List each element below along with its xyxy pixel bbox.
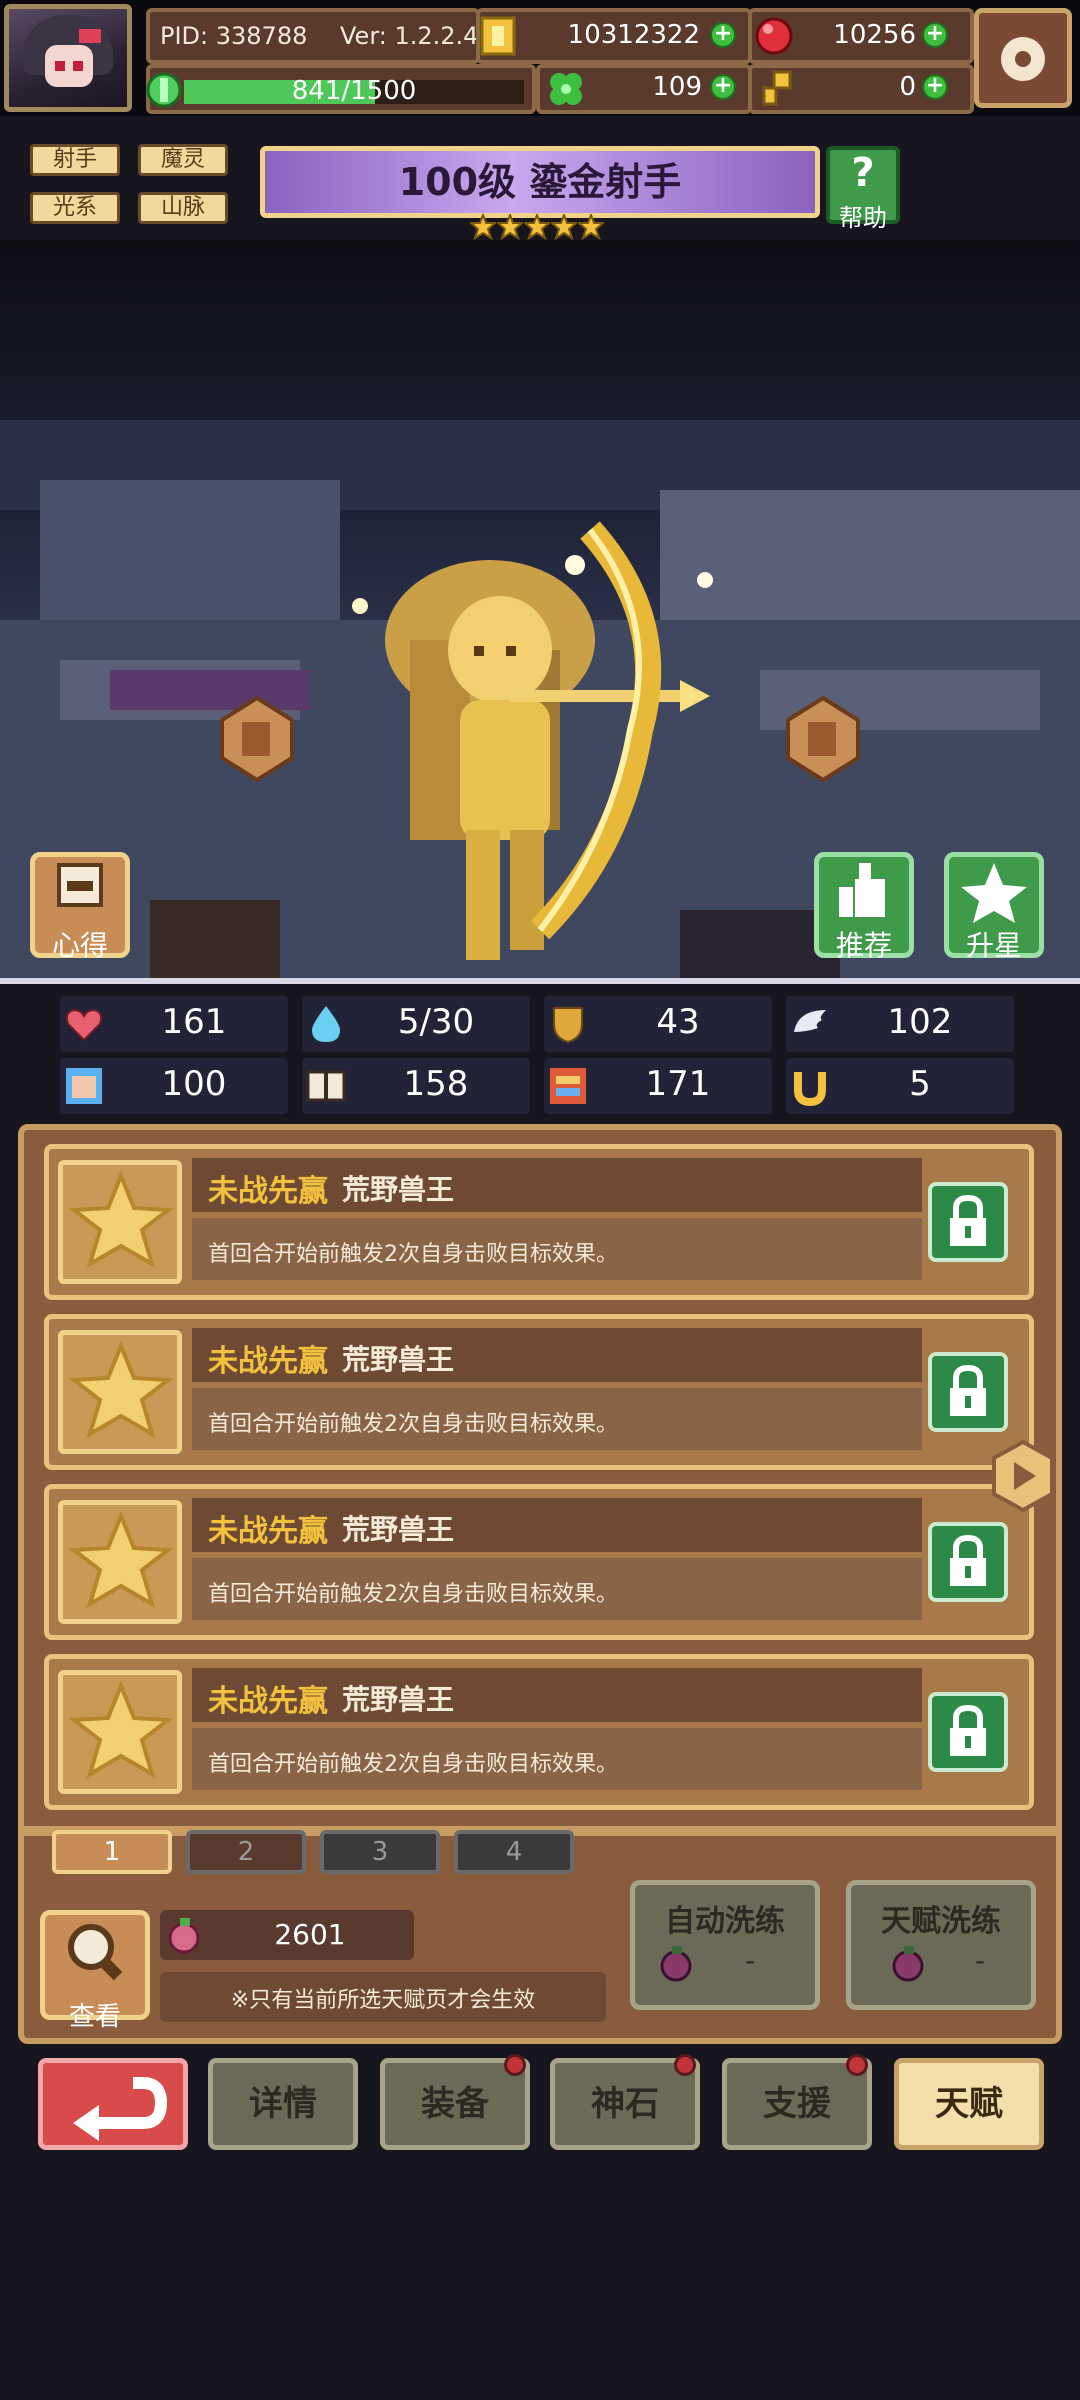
stat-value: 100 xyxy=(161,1064,227,1104)
auto-refine-label: 自动洗练 xyxy=(665,1904,785,1939)
tag-element: 光系 xyxy=(30,192,120,224)
helmet-icon xyxy=(57,863,103,907)
stat-value: 5 xyxy=(909,1064,931,1104)
star-icon xyxy=(68,1340,174,1439)
star-icon xyxy=(68,1170,174,1269)
rating-star-icon xyxy=(551,214,577,240)
talent-subtitle: 荒野兽王 xyxy=(342,1513,455,1546)
nav-talent-button[interactable]: 天赋 xyxy=(894,2058,1044,2150)
clover-exp-icon xyxy=(146,72,182,108)
rating-star-icon xyxy=(578,214,604,240)
padlock-icon xyxy=(950,1364,986,1416)
berry-cost-icon xyxy=(660,1946,692,1982)
talent-name: 未战先赢 xyxy=(208,1174,328,1209)
gold-add-button[interactable]: + xyxy=(710,22,736,48)
book-icon xyxy=(306,1070,346,1102)
scroll-icon xyxy=(550,1068,586,1104)
nav-details-button[interactable]: 详情 xyxy=(208,2058,358,2150)
gem-value: 10256 xyxy=(833,20,916,50)
talent-subtitle: 荒野兽王 xyxy=(342,1683,455,1716)
settings-gear-icon[interactable] xyxy=(974,8,1072,108)
clover-value: 109 xyxy=(652,72,702,102)
stat-value: 171 xyxy=(645,1064,711,1104)
view-label: 查看 xyxy=(68,2002,121,2032)
left-rune-stone xyxy=(220,696,294,782)
version-label: Ver: 1.2.2.4 xyxy=(340,22,479,50)
side-expand-tab[interactable] xyxy=(990,1440,1056,1512)
tag-class: 射手 xyxy=(30,144,120,176)
talent-name: 未战先赢 xyxy=(208,1684,328,1719)
tag-terrain: 山脉 xyxy=(138,192,228,224)
talent-description: 首回合开始前触发2次自身击败目标效果。 xyxy=(208,1752,618,1777)
rating-star-icon xyxy=(470,214,496,240)
stat-value: 158 xyxy=(403,1064,469,1104)
gem-add-button[interactable]: + xyxy=(922,22,948,48)
talent-name: 未战先赢 xyxy=(208,1514,328,1549)
back-button[interactable] xyxy=(38,2058,188,2150)
talent-tab-2[interactable]: 2 xyxy=(186,1830,306,1874)
talent-refine-label: 天赋洗练 xyxy=(881,1904,1001,1939)
talent-note: ※只有当前所选天赋页才会生效 xyxy=(230,1988,536,2013)
star-badge-icon xyxy=(961,863,1027,923)
hero-title: 100级 鎏金射手 xyxy=(398,160,682,204)
stat-value: 5/30 xyxy=(397,1002,475,1042)
talent-name: 未战先赢 xyxy=(208,1344,328,1379)
fist-icon xyxy=(66,1068,102,1104)
water-drop-icon xyxy=(312,1006,340,1042)
talent-subtitle: 荒野兽王 xyxy=(342,1343,455,1376)
padlock-icon xyxy=(950,1704,986,1756)
gold-value: 10312322 xyxy=(567,20,700,50)
talent-description: 首回合开始前触发2次自身击败目标效果。 xyxy=(208,1412,618,1437)
padlock-icon xyxy=(950,1194,986,1246)
shield-icon xyxy=(553,1007,583,1044)
insight-label: 心得 xyxy=(51,929,108,962)
hero-golden-archer-sprite xyxy=(352,521,713,960)
stat-value: 102 xyxy=(887,1002,953,1042)
star-icon xyxy=(68,1680,174,1779)
return-arrow-icon xyxy=(73,2077,168,2141)
padlock-icon xyxy=(950,1534,986,1586)
talent-tab-3[interactable]: 3 xyxy=(320,1830,440,1874)
clover-add-button[interactable]: + xyxy=(710,74,736,100)
key-value: 0 xyxy=(899,72,916,102)
support-notification-dot xyxy=(846,2054,868,2076)
talent-subtitle: 荒野兽王 xyxy=(342,1173,455,1206)
thumbs-up-icon xyxy=(839,863,885,917)
rating-star-icon xyxy=(524,214,550,240)
question-mark-icon: ? xyxy=(851,150,875,196)
tag-race: 魔灵 xyxy=(138,144,228,176)
resource-count: 2601 xyxy=(274,1918,346,1951)
godstone-notification-dot xyxy=(674,2054,696,2076)
help-label: 帮助 xyxy=(839,204,887,232)
clover-icon xyxy=(550,73,582,105)
right-rune-stone xyxy=(786,696,860,782)
star-up-label: 升星 xyxy=(965,929,1022,962)
magnifier-icon xyxy=(68,1924,123,1981)
talent-refine-cost: - xyxy=(974,1944,986,1977)
scene-divider xyxy=(0,978,1080,984)
gold-coin-icon xyxy=(480,16,516,56)
talent-description: 首回合开始前触发2次自身击败目标效果。 xyxy=(208,1242,618,1267)
pid-label: PID: 338788 xyxy=(160,22,308,50)
player-avatar[interactable] xyxy=(4,4,132,112)
wing-icon xyxy=(794,1010,826,1032)
star-icon xyxy=(68,1510,174,1609)
talent-tab-1[interactable]: 1 xyxy=(52,1830,172,1874)
auto-refine-cost: - xyxy=(744,1944,756,1977)
berry-cost-icon-2 xyxy=(892,1946,924,1982)
recommend-label: 推荐 xyxy=(835,929,892,962)
key-add-button[interactable]: + xyxy=(922,74,948,100)
heart-icon xyxy=(65,1008,103,1042)
stat-value: 161 xyxy=(161,1002,227,1042)
horseshoe-icon xyxy=(794,1072,826,1107)
rating-star-icon xyxy=(497,214,523,240)
talent-tab-4[interactable]: 4 xyxy=(454,1830,574,1874)
equipment-notification-dot xyxy=(504,2054,526,2076)
talent-description: 首回合开始前触发2次自身击败目标效果。 xyxy=(208,1582,618,1607)
stat-value: 43 xyxy=(656,1002,700,1042)
berry-icon xyxy=(168,1918,200,1954)
golden-key-icon xyxy=(762,70,792,106)
red-gem-icon xyxy=(755,17,793,55)
exp-label: 841/1500 xyxy=(291,76,417,106)
